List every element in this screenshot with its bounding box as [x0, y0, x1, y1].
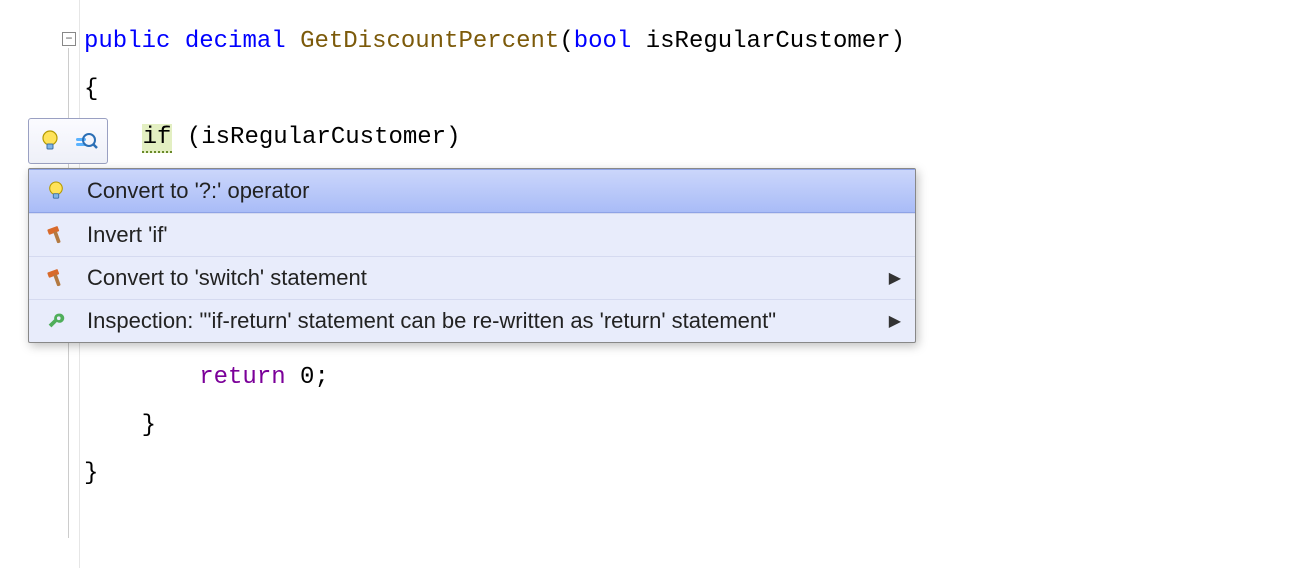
quick-actions-trigger[interactable] [28, 118, 108, 164]
action-convert-ternary[interactable]: Convert to '?:' operator [29, 169, 915, 213]
chevron-right-icon: ▶ [889, 311, 901, 331]
inner-brace-close: } [142, 412, 156, 439]
action-inspection-if-return[interactable]: Inspection: "'if-return' statement can b… [29, 299, 915, 342]
keyword-decimal: decimal [185, 28, 286, 55]
magnifier-icon [73, 128, 99, 154]
chevron-right-icon: ▶ [889, 268, 901, 288]
action-label: Inspection: "'if-return' statement can b… [87, 308, 776, 334]
action-label: Convert to 'switch' statement [87, 265, 367, 291]
action-label: Convert to '?:' operator [87, 178, 309, 204]
hammer-icon [43, 265, 69, 291]
if-condition: isRegularCustomer [201, 124, 446, 151]
keyword-if[interactable]: if [142, 124, 173, 153]
quick-actions-popup: Convert to '?:' operator Invert 'if' Con… [28, 168, 916, 343]
return-value: 0; [286, 364, 329, 391]
if-paren-open: ( [172, 124, 201, 151]
brace-open: { [84, 76, 98, 103]
wrench-icon [43, 308, 69, 334]
lightbulb-icon [37, 128, 63, 154]
keyword-public: public [84, 28, 170, 55]
param-name: isRegularCustomer [646, 28, 891, 55]
action-label: Invert 'if' [87, 222, 168, 248]
if-paren-close: ) [446, 124, 460, 151]
action-invert-if[interactable]: Invert 'if' [29, 213, 915, 256]
keyword-bool: bool [574, 28, 632, 55]
lightbulb-icon [43, 178, 69, 204]
hammer-icon [43, 222, 69, 248]
fold-toggle-icon[interactable]: − [62, 32, 76, 46]
brace-close: } [84, 460, 98, 487]
action-convert-switch[interactable]: Convert to 'switch' statement ▶ [29, 256, 915, 299]
keyword-return: return [199, 364, 285, 391]
method-name: GetDiscountPercent [300, 28, 559, 55]
